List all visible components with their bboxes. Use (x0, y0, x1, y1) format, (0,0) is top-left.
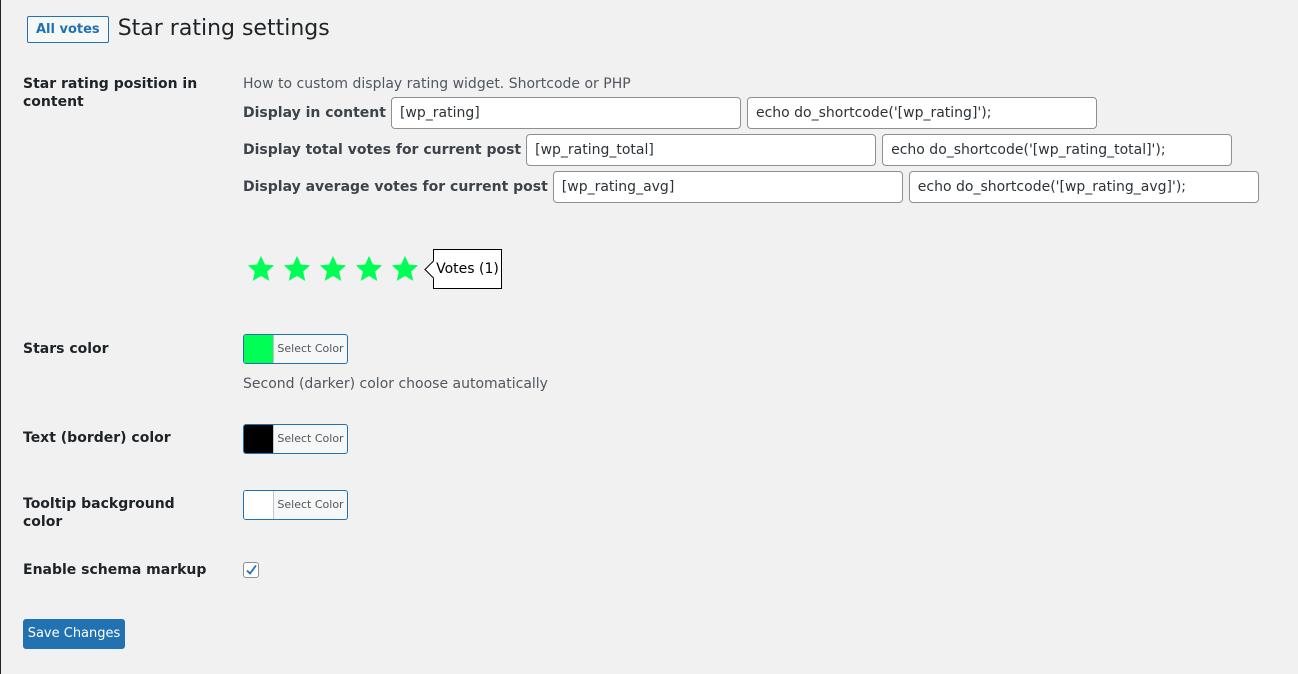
shortcode-input[interactable] (526, 134, 877, 166)
shortcode-label: Display in content (243, 105, 386, 121)
stars-color-picker-button[interactable]: Select Color (243, 334, 348, 364)
star-rating-preview (246, 254, 426, 284)
page-title: Star rating settings (117, 16, 330, 41)
save-changes-button[interactable]: Save Changes (23, 619, 125, 649)
tooltip-text: Votes (1) (436, 261, 499, 277)
star-icon[interactable] (318, 254, 348, 284)
shortcode-row-average-votes: Display average votes for current post (243, 171, 1265, 203)
php-code-input[interactable] (882, 134, 1233, 166)
votes-tooltip: Votes (1) (424, 249, 502, 289)
shortcode-row-total-votes: Display total votes for current post (243, 134, 1238, 166)
star-icon[interactable] (390, 254, 420, 284)
schema-markup-checkbox[interactable] (243, 562, 259, 578)
star-icon[interactable] (354, 254, 384, 284)
shortcode-input[interactable] (552, 171, 903, 203)
text-color-picker-button[interactable]: Select Color (243, 424, 348, 454)
all-votes-button[interactable]: All votes (27, 15, 109, 43)
stars-color-label: Stars color (23, 341, 109, 357)
select-color-label: Select Color (277, 342, 344, 355)
select-color-label: Select Color (277, 498, 344, 511)
shortcode-label: Display total votes for current post (243, 142, 522, 158)
checkmark-icon (246, 564, 257, 575)
php-code-input[interactable] (908, 171, 1259, 203)
tooltip-bg-color-picker-button[interactable]: Select Color (243, 490, 348, 520)
shortcode-label: Display average votes for current post (243, 179, 548, 195)
select-color-label: Select Color (277, 432, 344, 445)
star-icon[interactable] (246, 254, 276, 284)
page-header: All votes Star rating settings (27, 15, 330, 43)
shortcode-description: How to custom display rating widget. Sho… (243, 76, 631, 92)
shortcode-input[interactable] (390, 97, 741, 129)
star-icon[interactable] (282, 254, 312, 284)
php-code-input[interactable] (746, 97, 1097, 129)
schema-markup-label: Enable schema markup (23, 562, 207, 578)
text-color-label: Text (border) color (23, 430, 171, 446)
color-swatch (244, 425, 274, 453)
tooltip-bg-color-label: Tooltip background color (23, 496, 175, 530)
shortcode-row-display-content: Display in content (243, 97, 1103, 129)
star-position-label: Star rating position in content (23, 76, 198, 110)
admin-menu-edge (0, 0, 1, 674)
stars-color-note: Second (darker) color choose automatical… (243, 376, 548, 392)
color-swatch (244, 491, 274, 519)
color-swatch (244, 335, 274, 363)
